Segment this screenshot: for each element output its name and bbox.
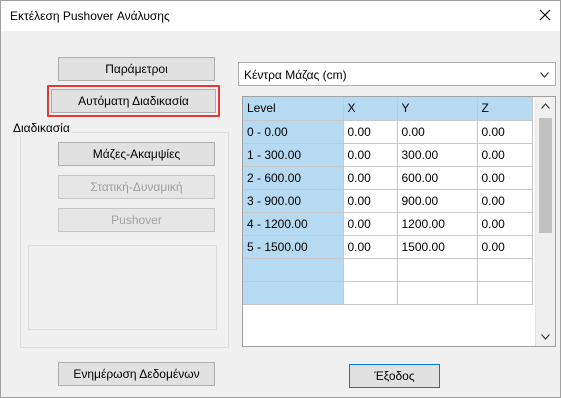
table-cell[interactable] xyxy=(397,258,478,282)
column-header[interactable]: Level xyxy=(243,97,344,121)
highlight-annotation xyxy=(47,85,220,117)
close-button[interactable] xyxy=(534,4,556,26)
column-header[interactable]: Y xyxy=(397,97,478,121)
row-header-cell[interactable]: 2 - 600.00 xyxy=(243,166,344,190)
table-row: 0 - 0.00 0.00 0.00 0.00 xyxy=(243,120,533,144)
table-row: 2 - 600.00 0.00 600.00 0.00 xyxy=(243,166,533,190)
table-cell[interactable] xyxy=(397,281,478,305)
data-table: Level X Y Z 0 - 0.00 0.00 0.00 0.00 1 - 300.00 0.… xyxy=(243,97,533,305)
table-row: 3 - 900.00 0.00 900.00 0.00 xyxy=(243,189,533,213)
table-cell[interactable]: 1500.00 xyxy=(397,235,478,259)
status-panel xyxy=(28,245,217,330)
table-cell[interactable]: 0.00 xyxy=(477,212,533,236)
row-header-cell[interactable] xyxy=(243,258,344,282)
vertical-scrollbar[interactable] xyxy=(535,97,555,346)
scroll-down-icon[interactable] xyxy=(541,334,550,340)
table-cell[interactable]: 0.00 xyxy=(343,212,398,236)
table-row xyxy=(243,258,533,282)
window-title: Εκτέλεση Pushover Ανάλυσης xyxy=(10,9,170,23)
row-header-cell[interactable]: 1 - 300.00 xyxy=(243,143,344,167)
exit-button[interactable]: Έξοδος xyxy=(349,364,440,388)
table-cell[interactable]: 600.00 xyxy=(397,166,478,190)
table-header-row: Level X Y Z xyxy=(243,97,533,121)
row-header-cell[interactable]: 5 - 1500.00 xyxy=(243,235,344,259)
data-type-select-value: Κέντρα Μάζας (cm) xyxy=(244,68,347,82)
column-header[interactable]: Z xyxy=(477,97,533,121)
close-icon xyxy=(539,9,551,21)
table-cell[interactable]: 300.00 xyxy=(397,143,478,167)
procedure-group-label: Διαδικασία xyxy=(11,121,72,135)
table-cell[interactable]: 0.00 xyxy=(397,120,478,144)
scroll-up-icon[interactable] xyxy=(541,103,550,109)
row-header-cell[interactable]: 0 - 0.00 xyxy=(243,120,344,144)
table-cell[interactable]: 0.00 xyxy=(343,166,398,190)
title-bar: Εκτέλεση Pushover Ανάλυσης xyxy=(1,1,560,31)
table-cell[interactable]: 0.00 xyxy=(343,120,398,144)
data-type-select[interactable]: Κέντρα Μάζας (cm) xyxy=(238,62,556,86)
table-cell[interactable]: 900.00 xyxy=(397,189,478,213)
table-cell[interactable]: 1200.00 xyxy=(397,212,478,236)
table-row: 4 - 1200.00 0.00 1200.00 0.00 xyxy=(243,212,533,236)
update-data-button[interactable]: Ενημέρωση Δεδομένων xyxy=(58,362,215,386)
table-cell[interactable]: 0.00 xyxy=(477,143,533,167)
scrollbar-thumb[interactable] xyxy=(539,118,552,233)
column-header[interactable]: X xyxy=(343,97,398,121)
chevron-down-icon xyxy=(540,72,549,78)
table-cell[interactable]: 0.00 xyxy=(477,120,533,144)
table-cell[interactable]: 0.00 xyxy=(343,235,398,259)
table-cell[interactable]: 0.00 xyxy=(477,235,533,259)
masses-stiffness-button[interactable]: Μάζες-Ακαμψίες xyxy=(58,142,215,166)
row-header-cell[interactable]: 3 - 900.00 xyxy=(243,189,344,213)
parameters-button[interactable]: Παράμετροι xyxy=(58,57,215,81)
static-dynamic-button[interactable]: Στατική-Δυναμική xyxy=(58,175,215,199)
pushover-button[interactable]: Pushover xyxy=(58,208,215,232)
pushover-dialog: Εκτέλεση Pushover Ανάλυσης Παράμετροι Αυ… xyxy=(0,0,561,398)
table-cell[interactable]: 0.00 xyxy=(477,166,533,190)
data-grid[interactable]: Level X Y Z 0 - 0.00 0.00 0.00 0.00 1 - 300.00 0.… xyxy=(242,96,556,347)
table-cell[interactable] xyxy=(477,258,533,282)
table-row xyxy=(243,281,533,305)
table-cell[interactable]: 0.00 xyxy=(343,143,398,167)
table-cell[interactable] xyxy=(343,258,398,282)
table-cell[interactable] xyxy=(343,281,398,305)
table-row: 5 - 1500.00 0.00 1500.00 0.00 xyxy=(243,235,533,259)
table-row: 1 - 300.00 0.00 300.00 0.00 xyxy=(243,143,533,167)
row-header-cell[interactable] xyxy=(243,281,344,305)
table-cell[interactable]: 0.00 xyxy=(477,189,533,213)
row-header-cell[interactable]: 4 - 1200.00 xyxy=(243,212,344,236)
table-cell[interactable] xyxy=(477,281,533,305)
table-cell[interactable]: 0.00 xyxy=(343,189,398,213)
